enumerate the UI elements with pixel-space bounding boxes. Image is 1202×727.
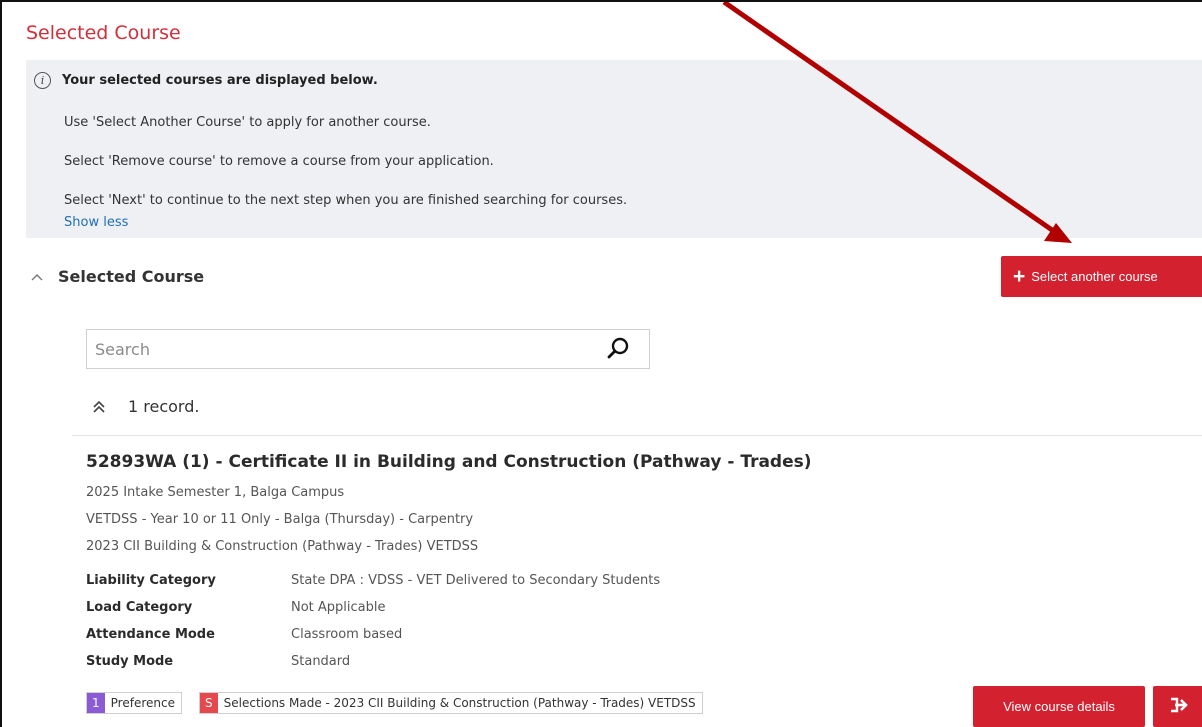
liability-category-value: State DPA : VDSS - VET Delivered to Seco… <box>291 573 661 588</box>
section-title: Selected Course <box>58 267 205 286</box>
preference-badge-text: Preference <box>110 696 175 710</box>
course-intake: 2025 Intake Semester 1, Balga Campus <box>86 485 345 500</box>
page-frame: Selected Course i Your selected courses … <box>0 0 1202 727</box>
info-line-remove-course: Select 'Remove course' to remove a cours… <box>64 154 494 169</box>
course-program: 2023 CII Building & Construction (Pathwa… <box>86 539 479 554</box>
plus-icon: + <box>1013 265 1026 288</box>
preference-badge: 1 Preference <box>86 692 182 714</box>
load-category-label: Load Category <box>86 600 193 615</box>
course-offering: VETDSS - Year 10 or 11 Only - Balga (Thu… <box>86 512 474 527</box>
divider <box>72 435 1202 436</box>
info-panel: i Your selected courses are displayed be… <box>26 60 1202 238</box>
load-category-value: Not Applicable <box>291 600 386 615</box>
info-line-select-another: Use 'Select Another Course' to apply for… <box>64 115 431 130</box>
view-course-details-button[interactable]: View course details <box>973 686 1145 727</box>
study-mode-value: Standard <box>291 654 351 669</box>
info-icon: i <box>34 72 51 89</box>
attendance-mode-label: Attendance Mode <box>86 627 215 642</box>
page-title: Selected Course <box>26 22 181 44</box>
search-input[interactable] <box>87 330 587 368</box>
preference-badge-key: 1 <box>87 693 105 713</box>
info-heading: Your selected courses are displayed belo… <box>62 73 378 88</box>
info-line-next: Select 'Next' to continue to the next st… <box>64 193 628 208</box>
chevron-up-icon[interactable] <box>30 270 44 286</box>
show-less-link[interactable]: Show less <box>64 215 128 230</box>
search-box <box>86 329 650 369</box>
double-chevron-up-icon[interactable] <box>92 400 106 418</box>
selections-badge-text: Selections Made - 2023 CII Building & Co… <box>223 696 696 710</box>
course-title: 52893WA (1) - Certificate II in Building… <box>86 452 812 472</box>
study-mode-label: Study Mode <box>86 654 174 669</box>
attendance-mode-value: Classroom based <box>291 627 403 642</box>
liability-category-label: Liability Category <box>86 573 216 588</box>
record-count: 1 record. <box>128 397 200 416</box>
select-another-course-button[interactable]: + Select another course <box>1001 256 1202 297</box>
select-another-course-label: Select another course <box>1031 269 1158 284</box>
search-icon[interactable] <box>605 336 631 362</box>
next-step-icon <box>1168 695 1190 718</box>
next-step-button[interactable] <box>1153 686 1202 727</box>
selections-badge-key: S <box>200 693 218 713</box>
selections-badge: S Selections Made - 2023 CII Building & … <box>199 692 703 714</box>
